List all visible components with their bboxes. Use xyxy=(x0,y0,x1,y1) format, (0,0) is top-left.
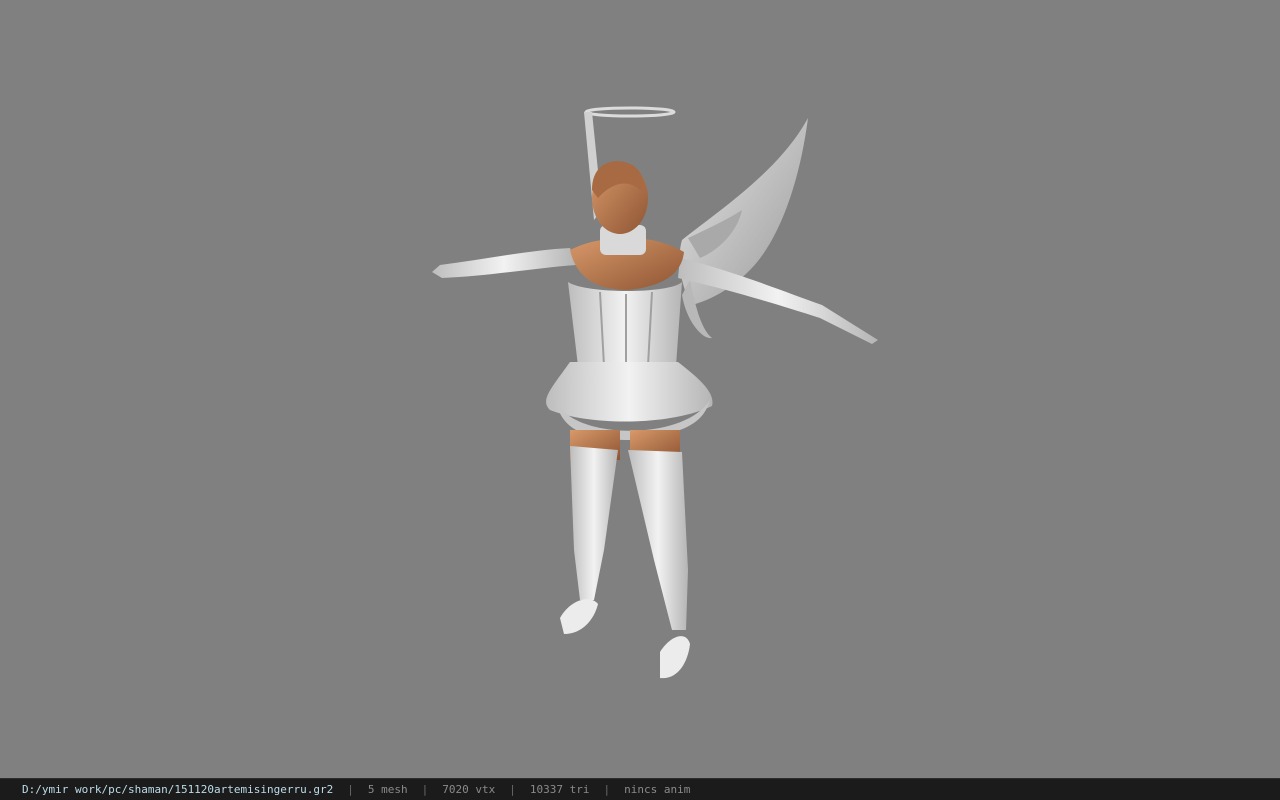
character-model-icon xyxy=(432,106,878,679)
mesh-count: 5 mesh xyxy=(367,783,408,796)
triangle-count: 10337 tri xyxy=(529,783,590,796)
separator: | xyxy=(347,783,354,796)
file-path: D:/ymir work/pc/shaman/151120artemisinge… xyxy=(22,783,334,796)
status-bar: D:/ymir work/pc/shaman/151120artemisinge… xyxy=(0,778,1280,800)
vertex-count: 7020 vtx xyxy=(442,783,496,796)
separator: | xyxy=(603,783,611,796)
separator: | xyxy=(509,783,516,796)
animation-status: nincs anim xyxy=(624,783,691,796)
3d-viewport[interactable] xyxy=(0,0,1280,778)
separator: | xyxy=(421,783,429,796)
